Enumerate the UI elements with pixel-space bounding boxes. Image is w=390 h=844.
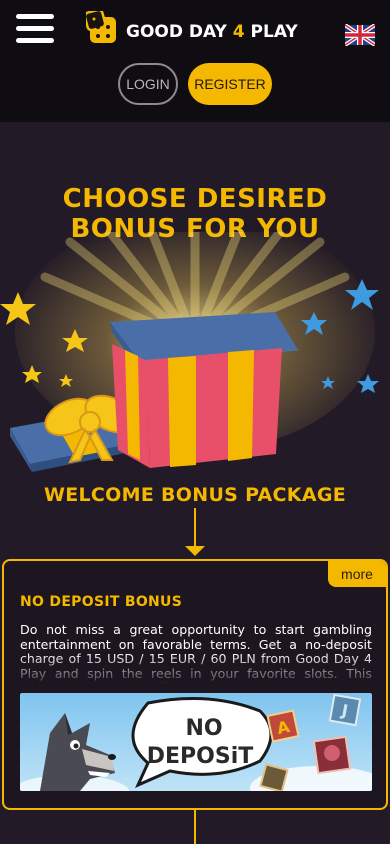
logo-text-part: GOOD DAY xyxy=(126,22,233,42)
connector-line xyxy=(194,508,196,546)
top-header: GOOD DAY 4 PLAY LOGIN REGISTER xyxy=(0,0,390,122)
bonus-card-title: NO DEPOSIT BONUS xyxy=(20,594,183,610)
no-deposit-bonus-card: more NO DEPOSIT BONUS Do not miss a grea… xyxy=(2,559,388,810)
arrow-down-icon xyxy=(185,546,205,556)
connector-line xyxy=(194,810,196,844)
login-button[interactable]: LOGIN xyxy=(118,63,178,105)
site-logo[interactable]: GOOD DAY 4 PLAY xyxy=(86,11,308,47)
more-button[interactable]: more xyxy=(328,561,386,587)
no-deposit-banner-image: NO DEPOSiT A J xyxy=(20,693,372,791)
register-button[interactable]: REGISTER xyxy=(188,63,272,105)
banner-text-deposit: DEPOSiT xyxy=(147,744,254,769)
uk-flag-icon[interactable] xyxy=(345,24,375,46)
gift-box-illustration xyxy=(0,232,379,472)
logo-text: GOOD DAY 4 PLAY xyxy=(126,22,298,42)
hamburger-menu-icon[interactable] xyxy=(16,14,54,44)
dice-icon xyxy=(86,11,116,43)
text-fade-overlay xyxy=(20,653,372,685)
banner-text-no: NO xyxy=(185,716,222,741)
logo-text-part: PLAY xyxy=(244,22,298,42)
logo-text-number: 4 xyxy=(232,22,245,42)
welcome-bonus-package-label: WELCOME BONUS PACKAGE xyxy=(43,484,347,506)
